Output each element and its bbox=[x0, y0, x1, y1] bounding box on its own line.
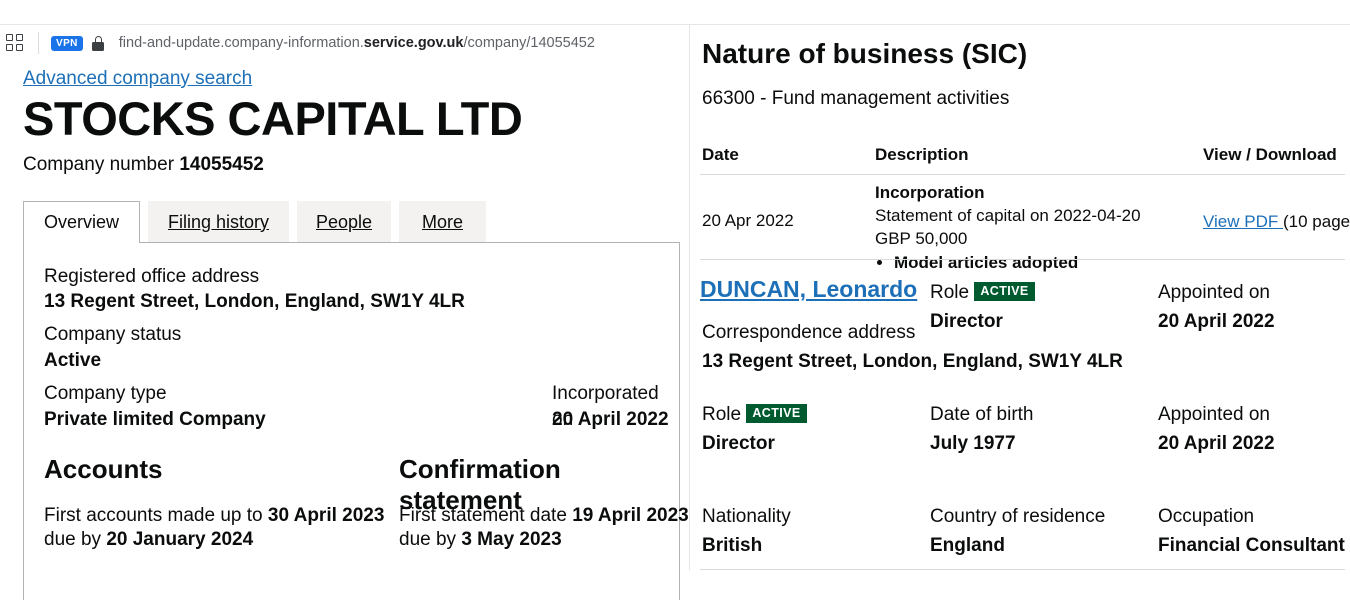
right-panel: Nature of business (SIC) 66300 - Fund ma… bbox=[690, 25, 1350, 570]
view-pdf-link[interactable]: View PDF bbox=[1203, 212, 1283, 231]
officer-bottom-rule bbox=[700, 569, 1345, 570]
company-number: Company number 14055452 bbox=[23, 154, 264, 176]
company-type-label: Company type bbox=[44, 383, 167, 404]
occupation-label: Occupation bbox=[1158, 506, 1255, 527]
url-prefix: find-and-update.company-information. bbox=[118, 35, 364, 51]
company-number-value: 14055452 bbox=[179, 154, 264, 175]
sic-heading: Nature of business (SIC) bbox=[702, 38, 1028, 69]
officer-role-text-1: Role bbox=[930, 282, 970, 303]
occupation-value: Financial Consultant bbox=[1158, 535, 1345, 556]
table-header-rule bbox=[700, 174, 1345, 175]
toolbar-divider bbox=[38, 32, 39, 54]
lock-icon[interactable] bbox=[92, 35, 105, 51]
confirmation-line-1: First statement date 19 April 2023 bbox=[399, 504, 690, 528]
confirmation-line-2-prefix: due by bbox=[399, 529, 462, 551]
accounts-heading: Accounts bbox=[44, 454, 163, 484]
date-of-birth-label: Date of birth bbox=[930, 404, 1034, 425]
company-status-label: Company status bbox=[44, 324, 182, 345]
accounts-line-1-value: 30 April 2023 bbox=[267, 505, 385, 526]
view-pdf-pages: (10 pages) bbox=[1283, 212, 1350, 231]
correspondence-address-label: Correspondence address bbox=[702, 322, 916, 343]
tab-overview[interactable]: Overview bbox=[23, 201, 140, 243]
apps-grid-icon[interactable] bbox=[6, 34, 24, 52]
page-root: VPN find-and-update.company-information.… bbox=[0, 0, 1350, 600]
company-status-value: Active bbox=[44, 350, 102, 371]
filing-table-header-view: View / Download bbox=[1203, 145, 1337, 164]
filing-table-header-description: Description bbox=[875, 145, 969, 164]
nationality-label: Nationality bbox=[702, 506, 791, 527]
filing-row-detail-2: GBP 50,000 bbox=[875, 228, 968, 248]
filing-row-detail-1: Statement of capital on 2022-04-20 bbox=[875, 205, 1141, 225]
officer-role-value-1: Director bbox=[930, 311, 1003, 332]
filing-table-header-date: Date bbox=[702, 145, 739, 164]
officer-appointed-value-1: 20 April 2022 bbox=[1158, 311, 1275, 332]
company-number-label: Company number bbox=[23, 154, 175, 175]
accounts-line-2: due by 20 January 2024 bbox=[44, 528, 394, 552]
incorporated-on-value: 20 April 2022 bbox=[552, 409, 669, 430]
confirmation-line-2: due by 3 May 2023 bbox=[399, 528, 690, 552]
officer-appointed-value-2: 20 April 2022 bbox=[1158, 433, 1275, 454]
registered-office-value: 13 Regent Street, London, England, SW1Y … bbox=[44, 291, 465, 312]
status-badge-2: ACTIVE bbox=[746, 404, 807, 423]
accounts-line-2-value: 20 January 2024 bbox=[106, 529, 254, 551]
filing-row-bullet: Model articles adopted bbox=[894, 251, 1175, 276]
address-bar[interactable]: find-and-update.company-information.serv… bbox=[119, 35, 595, 51]
country-of-residence-label: Country of residence bbox=[930, 506, 1106, 527]
officer-role-text-2: Role bbox=[702, 404, 742, 425]
filing-row-description: Incorporation Statement of capital on 20… bbox=[875, 182, 1175, 275]
confirmation-statement-block: First statement date 19 April 2023 due b… bbox=[399, 504, 690, 553]
advanced-company-search-link[interactable]: Advanced company search bbox=[23, 68, 252, 90]
company-type-value: Private limited Company bbox=[44, 409, 266, 430]
accounts-line-1-prefix: First accounts made up to bbox=[44, 505, 268, 526]
page-title: STOCKS CAPITAL LTD bbox=[23, 92, 523, 145]
confirmation-line-2-value: 3 May 2023 bbox=[461, 529, 562, 551]
vpn-badge[interactable]: VPN bbox=[51, 35, 83, 51]
officer-name-link[interactable]: DUNCAN, Leonardo bbox=[700, 276, 917, 303]
tab-people-label[interactable]: People bbox=[316, 212, 372, 233]
registered-office-label: Registered office address bbox=[44, 266, 260, 287]
filing-row-rule bbox=[700, 259, 1345, 260]
accounts-block: First accounts made up to 30 April 2023 … bbox=[44, 504, 394, 553]
officer-appointed-label-1: Appointed on bbox=[1158, 282, 1270, 303]
confirmation-line-1-value: 19 April 2023 bbox=[572, 505, 689, 526]
tab-overview-label: Overview bbox=[43, 212, 119, 232]
country-of-residence-value: England bbox=[930, 535, 1005, 556]
filing-row-title: Incorporation bbox=[875, 183, 985, 202]
accounts-line-2-prefix: due by bbox=[44, 529, 107, 551]
sic-value: 66300 - Fund management activities bbox=[702, 88, 1010, 109]
nationality-value: British bbox=[702, 535, 763, 556]
filing-row-bullet-list: Model articles adopted bbox=[894, 251, 1175, 276]
officer-role-label-1: Role ACTIVE bbox=[930, 281, 1035, 306]
tab-more-label[interactable]: More bbox=[422, 212, 463, 233]
browser-chrome-top bbox=[0, 0, 1350, 25]
tab-more[interactable]: More bbox=[399, 201, 486, 243]
tab-filing-history-label[interactable]: Filing history bbox=[168, 212, 269, 233]
officer-appointed-label-2: Appointed on bbox=[1158, 404, 1270, 425]
filing-row-view-cell: View PDF (10 pages) bbox=[1203, 212, 1350, 232]
filing-row-date: 20 Apr 2022 bbox=[702, 211, 794, 230]
correspondence-address-value: 13 Regent Street, London, England, SW1Y … bbox=[702, 351, 1123, 372]
url-domain: service.gov.uk bbox=[363, 35, 464, 51]
confirmation-line-1-prefix: First statement date bbox=[399, 505, 573, 526]
date-of-birth-value: July 1977 bbox=[930, 433, 1016, 454]
tab-people[interactable]: People bbox=[297, 201, 391, 243]
tab-filing-history[interactable]: Filing history bbox=[148, 201, 289, 243]
overview-card: Registered office address 13 Regent Stre… bbox=[23, 243, 689, 600]
tab-bar: Overview Filing history People More bbox=[23, 201, 680, 243]
url-path: /company/14055452 bbox=[463, 35, 595, 51]
status-badge-1: ACTIVE bbox=[974, 282, 1035, 301]
officer-role-value-2: Director bbox=[702, 433, 775, 454]
accounts-line-1: First accounts made up to 30 April 2023 bbox=[44, 504, 394, 528]
officer-role-label-2: Role ACTIVE bbox=[702, 403, 807, 428]
left-panel: Advanced company search STOCKS CAPITAL L… bbox=[0, 61, 690, 600]
